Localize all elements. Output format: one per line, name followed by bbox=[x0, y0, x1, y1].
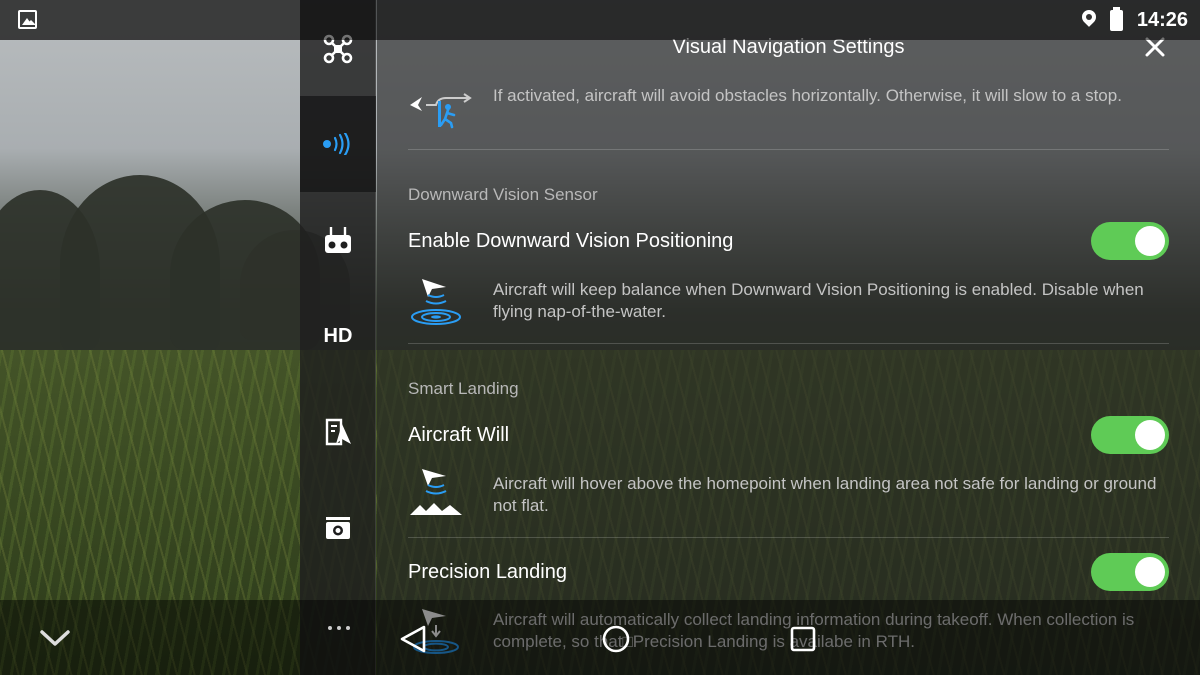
nav-home-icon[interactable] bbox=[601, 624, 631, 654]
settings-side-rail: HD bbox=[300, 0, 376, 675]
divider bbox=[408, 343, 1169, 344]
enable-downward-vision-description: Aircraft will keep balance when Downward… bbox=[493, 280, 1144, 321]
status-bar-left bbox=[0, 0, 300, 40]
toggle-knob bbox=[1135, 420, 1165, 450]
location-icon bbox=[1082, 10, 1096, 30]
visual-navigation-icon bbox=[323, 133, 350, 155]
rail-item-hd[interactable]: HD bbox=[300, 288, 376, 384]
status-bar: 14:26 bbox=[0, 0, 1200, 40]
divider bbox=[408, 149, 1169, 150]
obstacle-avoidance-icon bbox=[410, 93, 472, 129]
rail-item-visual-navigation[interactable] bbox=[300, 96, 376, 192]
dot bbox=[328, 626, 332, 630]
gallery-icon[interactable] bbox=[18, 10, 37, 29]
flight-map-icon bbox=[325, 418, 351, 446]
rail-item-flight-map[interactable] bbox=[300, 384, 376, 480]
rail-item-remote-controller[interactable] bbox=[300, 192, 376, 288]
aircraft-will-description: Aircraft will hover above the homepoint … bbox=[493, 474, 1157, 515]
aircraft-will-toggle[interactable] bbox=[1091, 416, 1169, 454]
nav-recents-icon[interactable] bbox=[789, 625, 817, 653]
chevron-down-icon[interactable] bbox=[38, 622, 72, 652]
battery-icon bbox=[1109, 6, 1123, 31]
divider bbox=[408, 537, 1169, 538]
downward-vision-icon bbox=[411, 279, 461, 325]
nav-back-icon[interactable] bbox=[398, 624, 428, 654]
remote-controller-icon bbox=[325, 227, 351, 253]
obstacle-avoidance-description: If activated, aircraft will avoid obstac… bbox=[493, 86, 1122, 105]
aircraft-will-title: Aircraft Will bbox=[408, 424, 510, 446]
more-options-icon[interactable] bbox=[322, 618, 356, 638]
status-clock: 14:26 bbox=[1136, 8, 1188, 31]
precision-landing-toggle[interactable] bbox=[1091, 553, 1169, 591]
visual-navigation-settings-panel: Visual Navigation Settings If activated,… bbox=[377, 0, 1200, 675]
hd-label: HD bbox=[323, 324, 353, 347]
section-header-downward-vision: Downward Vision Sensor bbox=[408, 185, 598, 204]
close-icon bbox=[1145, 37, 1165, 57]
rail-item-camera[interactable] bbox=[300, 480, 376, 576]
dot bbox=[337, 626, 341, 630]
precision-landing-title: Precision Landing bbox=[408, 561, 567, 583]
toggle-knob bbox=[1135, 226, 1165, 256]
section-header-smart-landing: Smart Landing bbox=[408, 379, 519, 398]
dot bbox=[346, 626, 350, 630]
enable-downward-vision-toggle[interactable] bbox=[1091, 222, 1169, 260]
enable-downward-vision-title: Enable Downward Vision Positioning bbox=[408, 230, 734, 252]
status-bar-right: 14:26 bbox=[1082, 0, 1188, 40]
toggle-knob bbox=[1135, 557, 1165, 587]
android-navigation-bar bbox=[0, 600, 1200, 675]
camera-icon bbox=[326, 517, 350, 539]
smart-landing-hover-icon bbox=[410, 469, 462, 515]
